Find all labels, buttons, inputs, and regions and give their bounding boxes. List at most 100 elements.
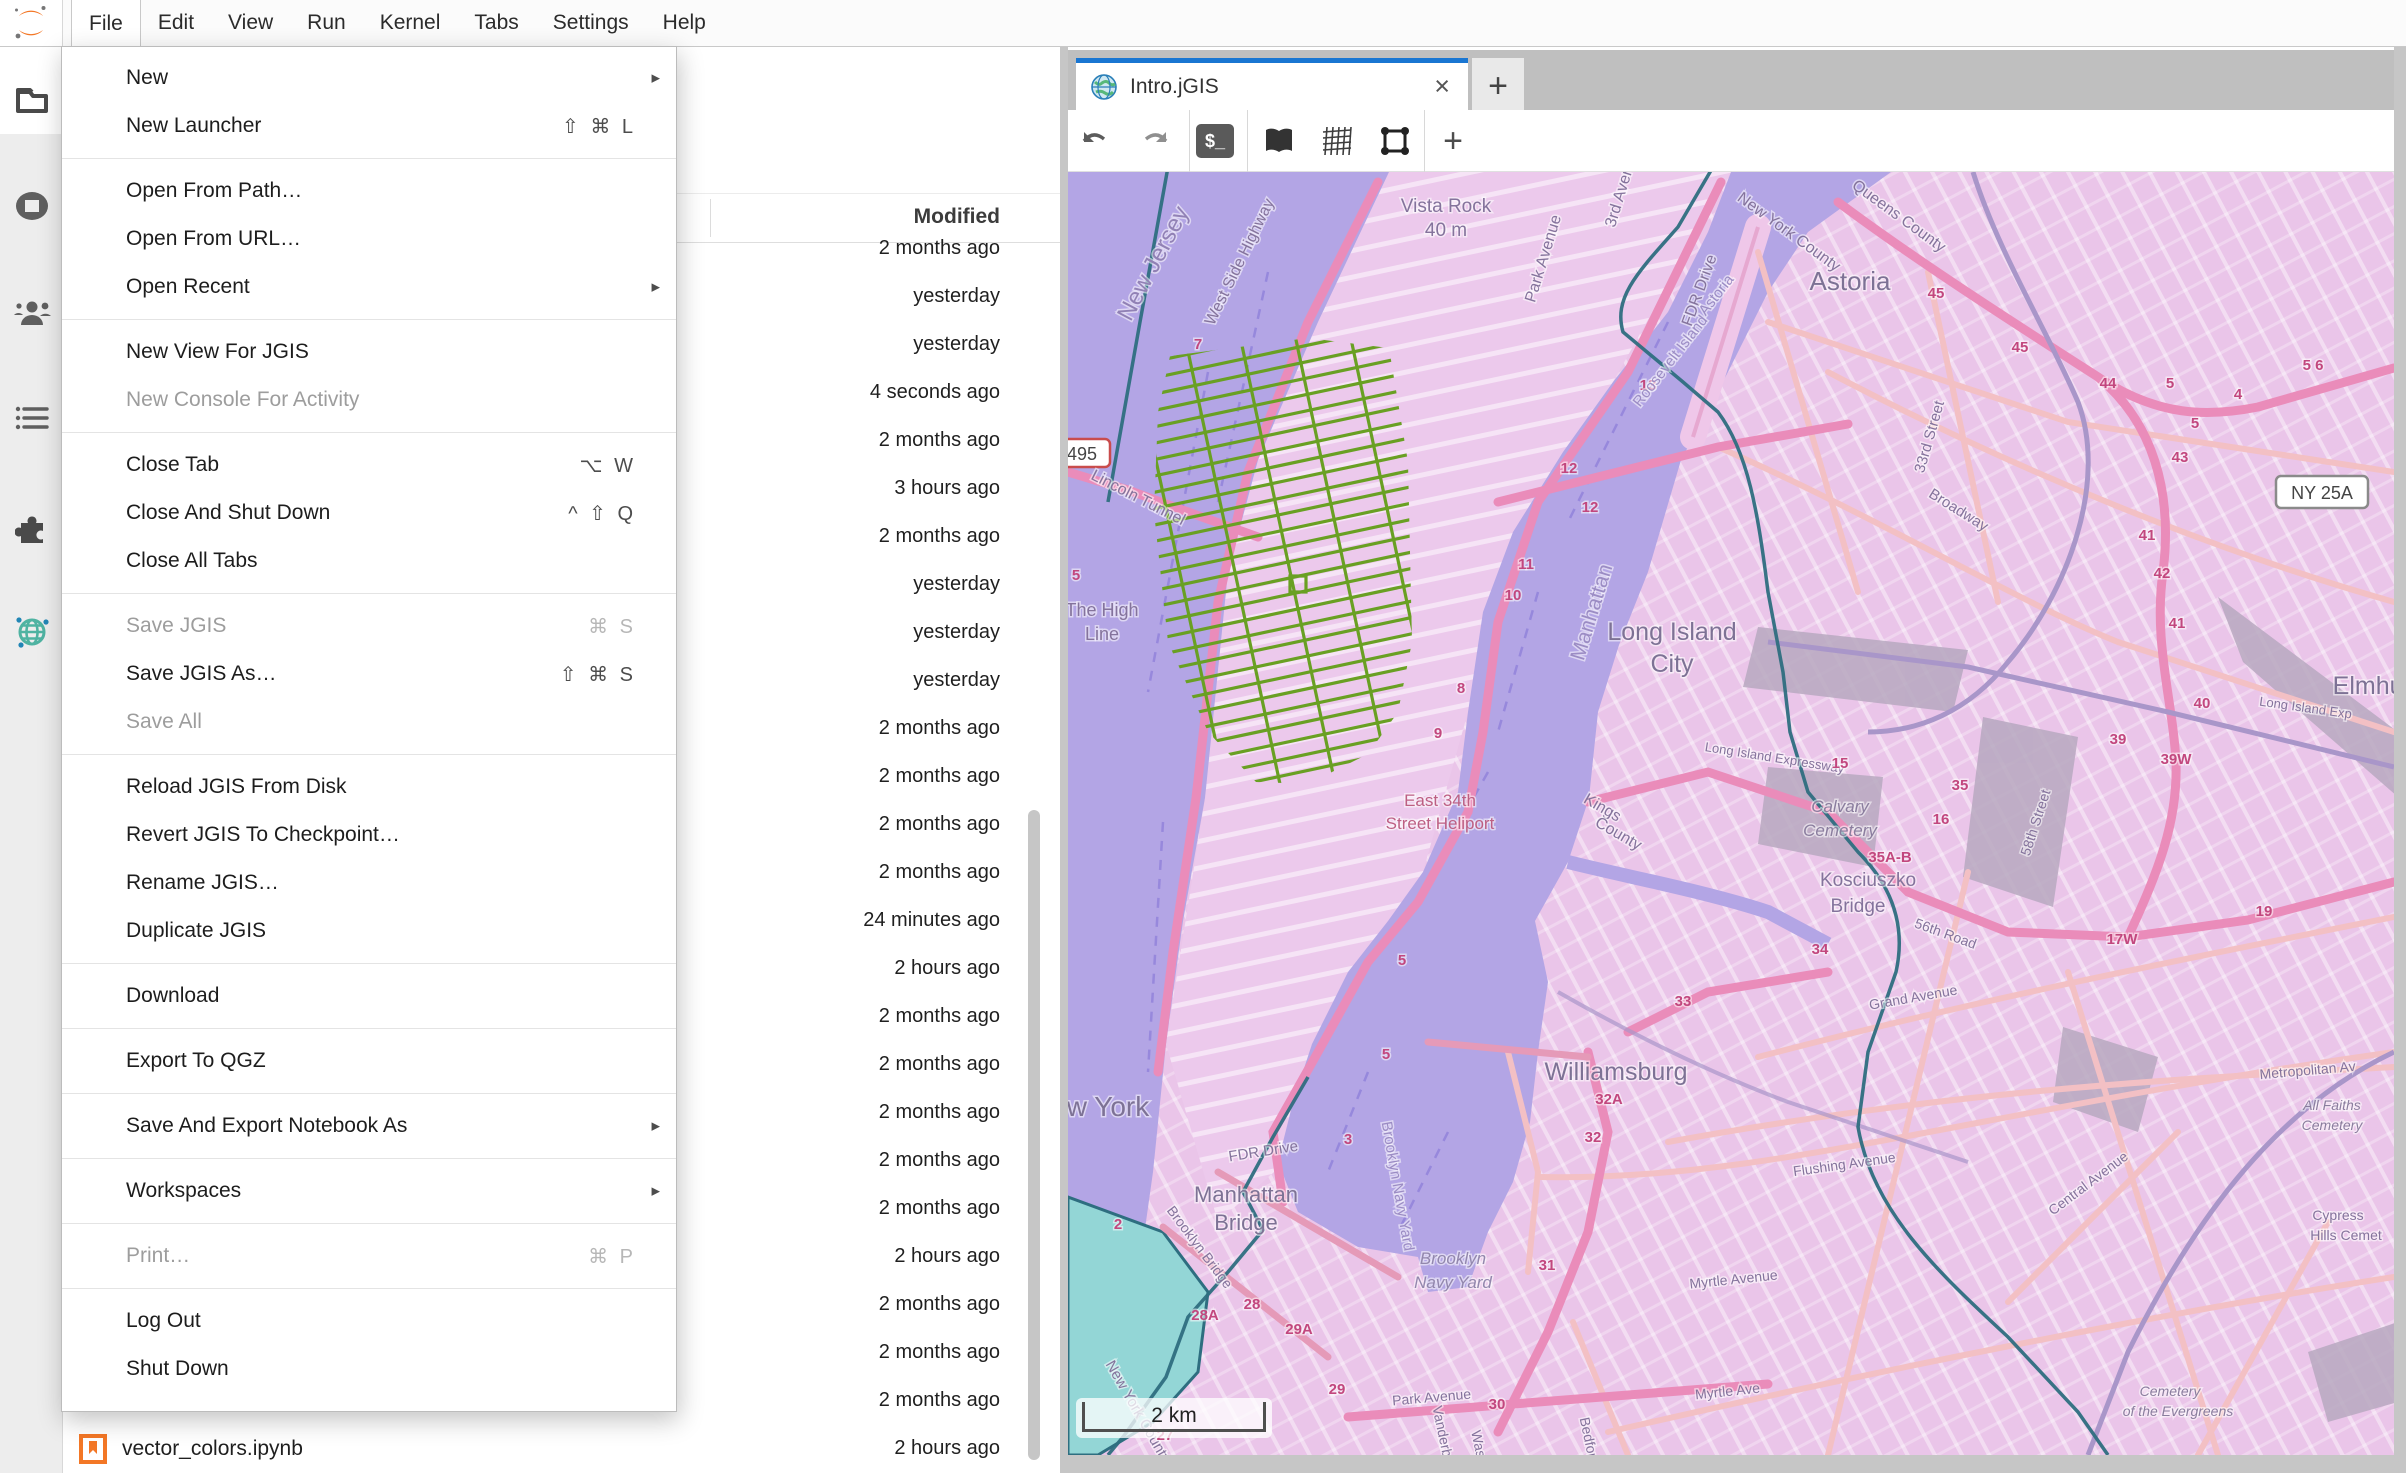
file-list-scrollbar[interactable] bbox=[1028, 810, 1040, 1460]
select-button[interactable] bbox=[1376, 122, 1414, 160]
map-route-number: 29 bbox=[1329, 1381, 1346, 1398]
menu-item-open-from-path[interactable]: Open From Path… bbox=[62, 167, 676, 215]
map-route-number: 35A-B bbox=[1868, 849, 1912, 866]
terrain-button[interactable] bbox=[1318, 122, 1356, 160]
tab-intro-jgis[interactable]: Intro.jGIS × bbox=[1076, 58, 1468, 110]
menu-item-rename-jgis[interactable]: Rename JGIS… bbox=[62, 859, 676, 907]
table-of-contents-icon[interactable] bbox=[0, 399, 63, 439]
menu-item-shut-down[interactable]: Shut Down bbox=[62, 1345, 676, 1393]
map-route-number: 17W bbox=[2107, 931, 2139, 948]
map-label: Calvary bbox=[1811, 797, 1870, 816]
map-route-number: 28 bbox=[1244, 1296, 1261, 1313]
map-label: Cemetery bbox=[2140, 1383, 2202, 1399]
menu-item-label: Save JGIS As… bbox=[126, 662, 560, 686]
menu-item-label: New View For JGIS bbox=[126, 340, 660, 364]
map-route-number: 31 bbox=[1539, 1257, 1556, 1274]
menu-item-save-jgis[interactable]: Save JGIS⌘ S bbox=[62, 602, 676, 650]
collaboration-icon[interactable] bbox=[0, 293, 63, 333]
menu-item-label: Open Recent bbox=[126, 275, 644, 299]
console-button[interactable]: $_ bbox=[1196, 122, 1234, 160]
menu-item-save-and-export-notebook-as[interactable]: Save And Export Notebook As▸ bbox=[62, 1102, 676, 1150]
file-row[interactable]: vector_colors.ipynb2 hours ago bbox=[64, 1425, 1060, 1473]
file-modified-time: 2 months ago bbox=[879, 1341, 1000, 1364]
toolbar-separator bbox=[1247, 110, 1248, 172]
menubar-item-kernel[interactable]: Kernel bbox=[363, 0, 458, 46]
menu-item-label: Revert JGIS To Checkpoint… bbox=[126, 823, 660, 847]
redo-button[interactable] bbox=[1136, 122, 1174, 160]
file-menu: New▸New Launcher⇧ ⌘ LOpen From Path…Open… bbox=[61, 46, 677, 1412]
menubar: FileEditViewRunKernelTabsSettingsHelp bbox=[0, 0, 2406, 47]
menu-item-print[interactable]: Print…⌘ P bbox=[62, 1232, 676, 1280]
svg-text:495: 495 bbox=[1068, 444, 1097, 464]
map-canvas[interactable]: 495NY 25A New JerseyWest Side HighwayVis… bbox=[1068, 172, 2394, 1455]
menu-item-label: Save JGIS bbox=[126, 614, 588, 638]
menu-separator bbox=[62, 319, 676, 320]
map-route-number: 5 6 bbox=[2303, 357, 2324, 374]
undo-button[interactable] bbox=[1076, 122, 1114, 160]
menu-item-new-console-for-activity[interactable]: New Console For Activity bbox=[62, 376, 676, 424]
menu-separator bbox=[62, 1223, 676, 1224]
grid-icon bbox=[1321, 125, 1353, 157]
menu-item-reload-jgis-from-disk[interactable]: Reload JGIS From Disk bbox=[62, 763, 676, 811]
identify-button[interactable] bbox=[1260, 122, 1298, 160]
add-layer-button[interactable]: + bbox=[1434, 122, 1472, 160]
route-shield: 495 bbox=[1068, 439, 1110, 467]
menubar-item-help[interactable]: Help bbox=[646, 0, 723, 46]
map-label: Elmhurst bbox=[2333, 672, 2394, 700]
jupyter-logo[interactable] bbox=[0, 0, 63, 46]
map-label: w York bbox=[1068, 1091, 1150, 1122]
tab-close-icon[interactable]: × bbox=[1430, 73, 1454, 100]
plus-icon: + bbox=[1443, 122, 1463, 161]
extensions-icon[interactable] bbox=[0, 508, 63, 548]
map-label: The High bbox=[1068, 600, 1139, 620]
menu-item-close-and-shut-down[interactable]: Close And Shut Down^ ⇧ Q bbox=[62, 489, 676, 537]
jupyterlab-app: FileEditViewRunKernelTabsSettingsHelp bbox=[0, 0, 2406, 1473]
window-right-edge bbox=[2394, 46, 2406, 1473]
menu-item-workspaces[interactable]: Workspaces▸ bbox=[62, 1167, 676, 1215]
file-modified-time: yesterday bbox=[913, 621, 1000, 644]
menubar-item-file[interactable]: File bbox=[71, 0, 141, 47]
menu-item-save-all[interactable]: Save All bbox=[62, 698, 676, 746]
map-route-number: 30 bbox=[1489, 1396, 1506, 1413]
globe-icon bbox=[13, 612, 51, 650]
map-route-number: 9 bbox=[1434, 725, 1442, 742]
left-sidebar bbox=[0, 46, 63, 1473]
panel-divider[interactable] bbox=[1060, 46, 1068, 1473]
menu-item-open-recent[interactable]: Open Recent▸ bbox=[62, 263, 676, 311]
menubar-item-view[interactable]: View bbox=[211, 0, 290, 46]
map-route-number: 41 bbox=[2169, 615, 2186, 632]
menu-item-duplicate-jgis[interactable]: Duplicate JGIS bbox=[62, 907, 676, 955]
menu-item-save-jgis-as[interactable]: Save JGIS As…⇧ ⌘ S bbox=[62, 650, 676, 698]
notebook-icon bbox=[78, 1434, 108, 1464]
map-label: City bbox=[1650, 650, 1694, 678]
menu-item-close-tab[interactable]: Close Tab⌥ W bbox=[62, 441, 676, 489]
map-label: Long Island bbox=[1607, 618, 1736, 646]
file-browser-icon[interactable] bbox=[0, 81, 63, 121]
menubar-item-settings[interactable]: Settings bbox=[536, 0, 646, 46]
menu-item-new-view-for-jgis[interactable]: New View For JGIS bbox=[62, 328, 676, 376]
menu-item-shortcut: ^ ⇧ Q bbox=[568, 501, 636, 526]
map-route-number: 39W bbox=[2161, 751, 2193, 768]
menu-item-revert-jgis-to-checkpoint[interactable]: Revert JGIS To Checkpoint… bbox=[62, 811, 676, 859]
menu-item-new[interactable]: New▸ bbox=[62, 54, 676, 102]
map-route-number: 45 bbox=[1928, 285, 1945, 302]
menu-item-new-launcher[interactable]: New Launcher⇧ ⌘ L bbox=[62, 102, 676, 150]
map-label: Williamsburg bbox=[1544, 1058, 1687, 1086]
map-route-number: 35 bbox=[1952, 777, 1969, 794]
menu-item-close-all-tabs[interactable]: Close All Tabs bbox=[62, 537, 676, 585]
menubar-item-run[interactable]: Run bbox=[290, 0, 363, 46]
menu-item-open-from-url[interactable]: Open From URL… bbox=[62, 215, 676, 263]
menubar-item-tabs[interactable]: Tabs bbox=[457, 0, 535, 46]
menu-item-export-to-qgz[interactable]: Export To QGZ bbox=[62, 1037, 676, 1085]
menubar-item-edit[interactable]: Edit bbox=[141, 0, 211, 46]
map-route-number: 32A bbox=[1595, 1091, 1623, 1108]
jupytergis-icon[interactable] bbox=[0, 611, 63, 651]
new-tab-button[interactable]: + bbox=[1472, 58, 1524, 114]
menu-item-download[interactable]: Download bbox=[62, 972, 676, 1020]
running-kernels-icon[interactable] bbox=[0, 186, 63, 226]
menu-item-shortcut: ⌘ S bbox=[588, 614, 636, 639]
menu-separator bbox=[62, 1093, 676, 1094]
map-label: Street Heliport bbox=[1386, 814, 1495, 833]
menu-item-log-out[interactable]: Log Out bbox=[62, 1297, 676, 1345]
menu-item-label: Print… bbox=[126, 1244, 588, 1268]
